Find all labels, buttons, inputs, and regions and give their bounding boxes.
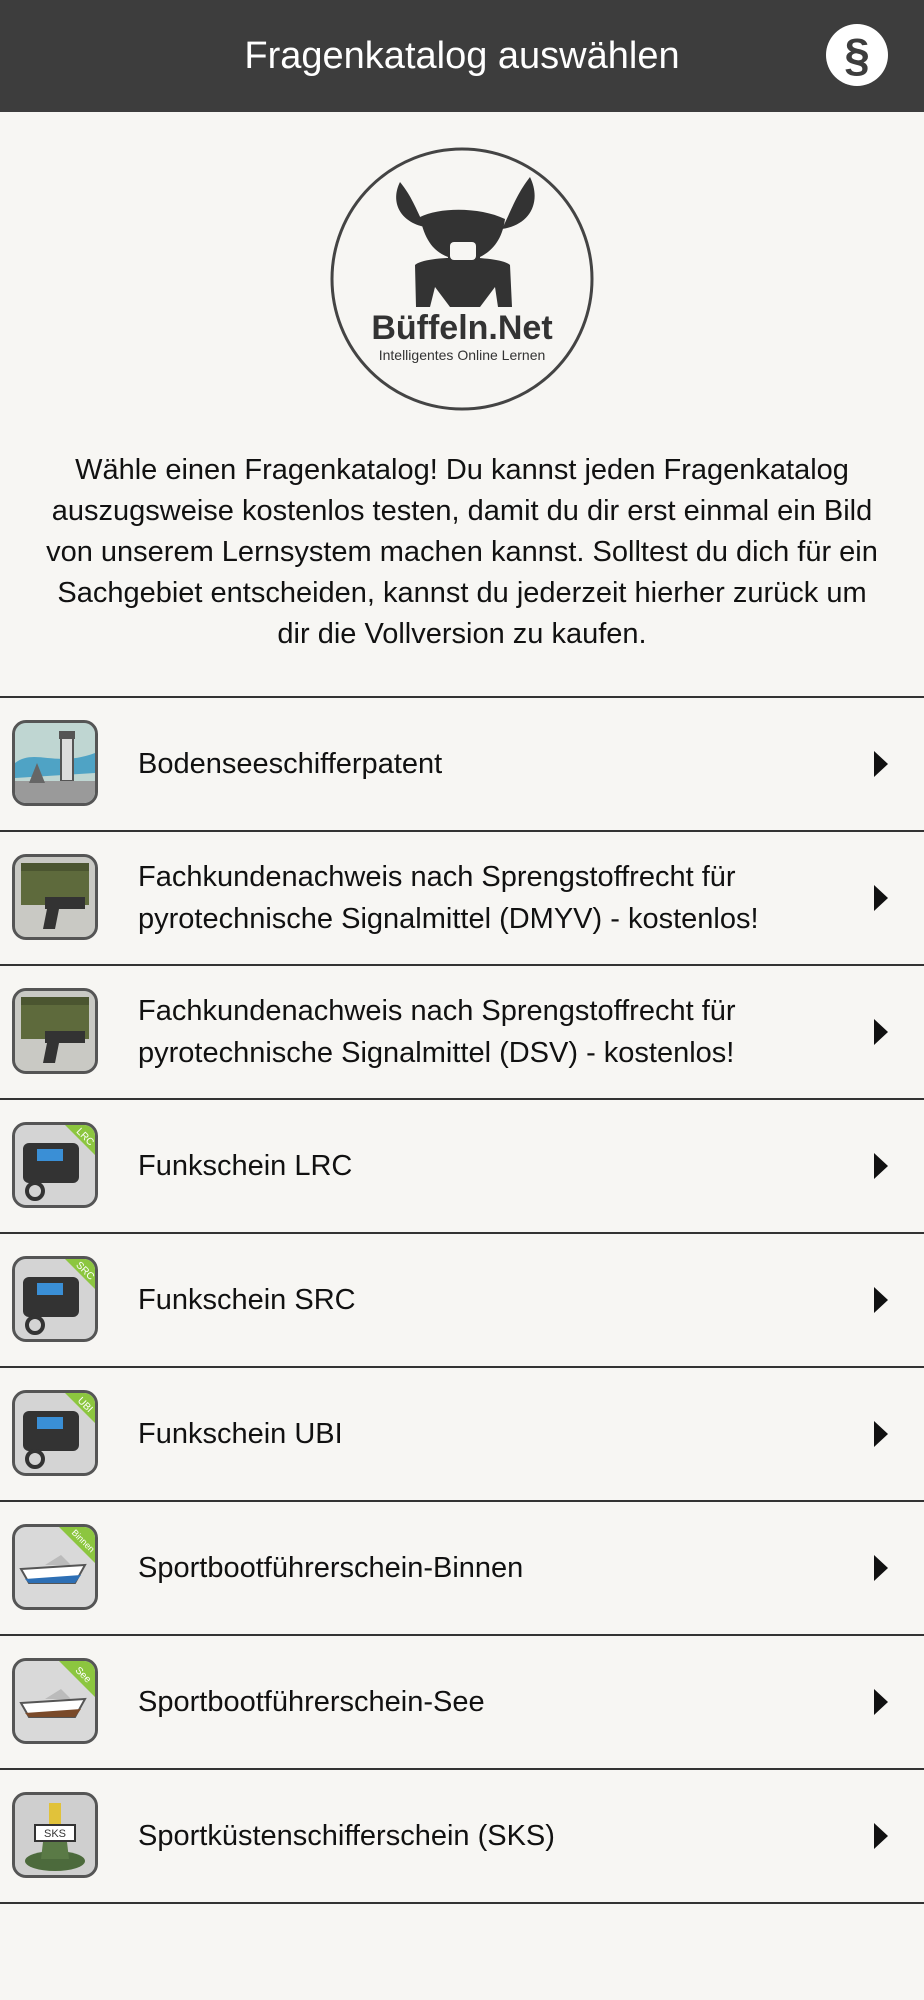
catalog-label: Fachkundenachweis nach Sprengstoffrecht … [138, 861, 759, 935]
lighthouse-icon [12, 720, 98, 806]
catalog-item-sks[interactable]: SKS Sportküstenschifferschein (SKS) [0, 1770, 924, 1904]
catalog-item-sbf-see[interactable]: See Sportbootführerschein-See [0, 1636, 924, 1770]
motorboat-icon: Binnen [12, 1524, 98, 1610]
catalog-label: Funkschein UBI [138, 1418, 343, 1450]
catalog-item-funk-src[interactable]: SRC Funkschein SRC [0, 1234, 924, 1368]
catalog-label: Sportküstenschifferschein (SKS) [138, 1820, 555, 1852]
flare-gun-icon [12, 988, 98, 1074]
chevron-right-icon [874, 1823, 888, 1849]
catalog-item-funk-ubi[interactable]: UBI Funkschein UBI [0, 1368, 924, 1502]
chevron-right-icon [874, 885, 888, 911]
catalog-item-fachkunde-dmyv[interactable]: Fachkundenachweis nach Sprengstoffrecht … [0, 832, 924, 966]
paragraph-icon[interactable]: § [826, 24, 888, 86]
chevron-right-icon [874, 1153, 888, 1179]
chevron-right-icon [874, 1287, 888, 1313]
catalog-item-sbf-binnen[interactable]: Binnen Sportbootführerschein-Binnen [0, 1502, 924, 1636]
intro-text: Wähle einen Fragenkatalog! Du kannst jed… [46, 454, 878, 650]
logo-tagline: Intelligentes Online Lernen [379, 347, 546, 363]
flare-gun-icon [12, 854, 98, 940]
chevron-right-icon [874, 1421, 888, 1447]
chevron-right-icon [874, 1689, 888, 1715]
catalog-label: Bodenseeschifferpatent [138, 748, 443, 780]
catalog-item-fachkunde-dsv[interactable]: Fachkundenachweis nach Sprengstoffrecht … [0, 966, 924, 1100]
catalog-list: Bodenseeschifferpatent Fachkundenachweis… [0, 696, 924, 1904]
catalog-item-funk-lrc[interactable]: LRC Funkschein LRC [0, 1100, 924, 1234]
motorboat-icon: See [12, 1658, 98, 1744]
chevron-right-icon [874, 1555, 888, 1581]
logo-brand: Büffeln.Net [371, 309, 552, 347]
buffeln-logo: Büffeln.Net Intelligentes Online Lernen [330, 147, 594, 411]
chevron-right-icon [874, 1019, 888, 1045]
catalog-label: Fachkundenachweis nach Sprengstoffrecht … [138, 995, 736, 1069]
catalog-label: Sportbootführerschein-Binnen [138, 1552, 524, 1584]
app-header: Fragenkatalog auswählen § [0, 0, 924, 112]
page-title: Fragenkatalog auswählen [244, 35, 680, 77]
chevron-right-icon [874, 751, 888, 777]
radio-icon: UBI [12, 1390, 98, 1476]
buoy-icon: SKS [12, 1792, 98, 1878]
radio-icon: SRC [12, 1256, 98, 1342]
catalog-item-bodensee[interactable]: Bodenseeschifferpatent [0, 698, 924, 832]
radio-icon: LRC [12, 1122, 98, 1208]
catalog-label: Sportbootführerschein-See [138, 1686, 485, 1718]
badge-text: SKS [44, 1828, 66, 1840]
catalog-label: Funkschein SRC [138, 1284, 356, 1316]
catalog-label: Funkschein LRC [138, 1150, 353, 1182]
